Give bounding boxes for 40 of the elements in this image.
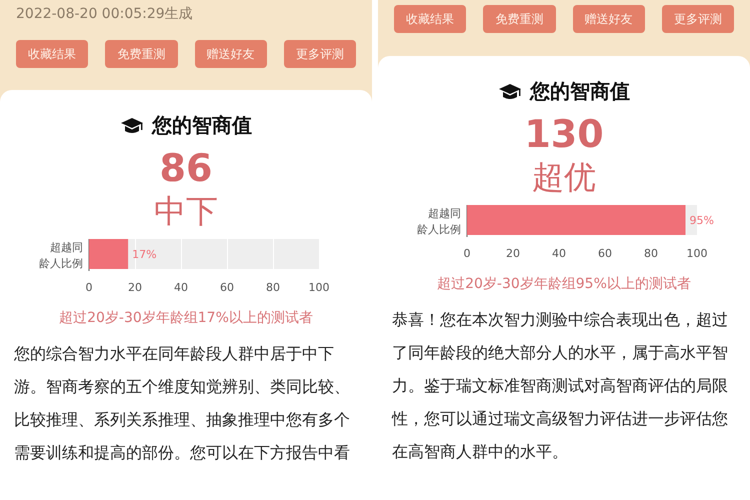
axis-tick-label: 60 (220, 281, 234, 294)
axis-tick-label: 0 (86, 281, 92, 294)
graduation-cap-icon (498, 82, 522, 100)
result-description: 恭喜！您在本次智力测验中综合表现出色，超过了同年龄段的绝大部分人的水平，属于高水平智力。鉴于瑞文标准智商测试对高智商评估的局限性，您可以通过瑞文高级智力评估进一步评估您在高智商人群中的水平。 (392, 309, 729, 463)
axis-tick-label: 20 (506, 247, 520, 260)
axis-tick-label: 20 (128, 281, 142, 294)
iq-rating: 中下 (154, 191, 218, 231)
card-title: 您的智商值 (152, 112, 252, 139)
result-description: 您的综合智力水平在同年龄段人群中居于中下游。智商考察的五个维度知觉辨别、类同比较、比较推理、系列关系推理、抽象推理中您有多个需要训练和提高的部份。您可以在下方报告中看 (14, 343, 351, 464)
axis-category-label: 超越同 (50, 241, 83, 254)
axis-category-label: 龄人比例 (417, 223, 461, 236)
action-button[interactable]: 收藏结果 (394, 5, 466, 33)
action-button[interactable]: 更多评测 (662, 5, 734, 33)
result-caption: 超过20岁-30岁年龄组95%以上的测试者 (437, 275, 691, 293)
axis-category-label: 龄人比例 (39, 257, 83, 270)
action-button[interactable]: 赠送好友 (194, 40, 267, 68)
axis-tick-label: 40 (174, 281, 188, 294)
axis-tick-label: 80 (266, 281, 280, 294)
bar-value-label: 17% (132, 248, 157, 261)
iq-score: 130 (524, 111, 604, 157)
axis-tick-label: 60 (598, 247, 612, 260)
action-button[interactable]: 更多评测 (284, 40, 356, 68)
result-caption: 超过20岁-30岁年龄组17%以上的测试者 (59, 309, 313, 327)
action-button[interactable]: 免费重测 (483, 5, 556, 33)
action-button[interactable]: 赠送好友 (572, 5, 645, 33)
action-button[interactable]: 收藏结果 (16, 40, 88, 68)
axis-tick-label: 40 (552, 247, 566, 260)
action-button[interactable]: 免费重测 (105, 40, 178, 68)
bar-value-label: 95% (690, 214, 714, 227)
graduation-cap-icon (120, 116, 144, 134)
axis-tick-label: 100 (686, 247, 708, 260)
timestamp: 2022-08-20 00:05:29生成 (15, 5, 194, 24)
axis-category-label: 超越同 (428, 207, 461, 220)
chart-bar (89, 239, 128, 269)
iq-rating: 超优 (532, 157, 596, 197)
axis-tick-label: 80 (644, 247, 658, 260)
card-title: 您的智商值 (530, 78, 630, 105)
iq-score: 86 (160, 145, 212, 191)
axis-tick-label: 0 (464, 247, 470, 260)
axis-tick-label: 100 (308, 281, 330, 294)
